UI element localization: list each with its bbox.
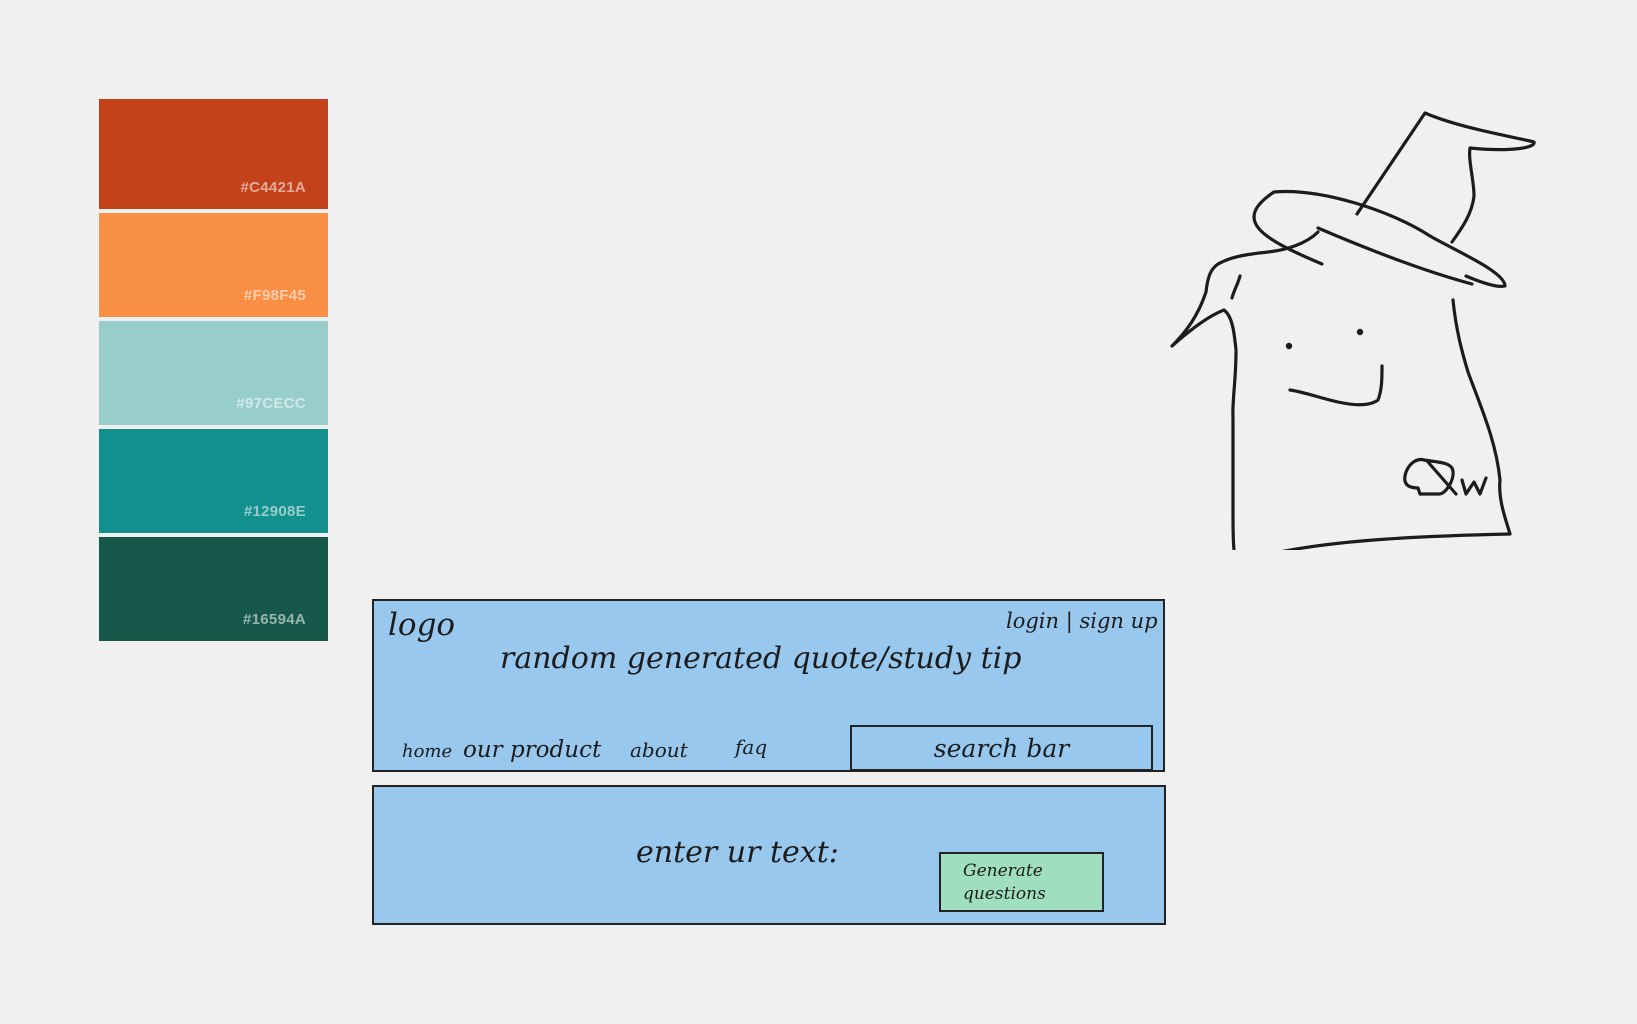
tagline: random generated quote/study tip: [500, 641, 1022, 676]
text-prompt: enter ur text:: [636, 835, 839, 870]
swatch-2: #F98F45: [99, 213, 328, 317]
nav-our-product[interactable]: our product: [463, 737, 601, 763]
search-bar-label: search bar: [933, 733, 1070, 763]
nav-faq[interactable]: faq: [735, 735, 767, 759]
wizard-mascot-icon: [1170, 111, 1536, 550]
swatch-3: #97CECC: [99, 321, 328, 425]
search-bar[interactable]: search bar: [850, 725, 1153, 771]
generate-button-line1: Generate: [963, 861, 1043, 881]
color-palette: #C4421A #F98F45 #97CECC #12908E #16594A: [99, 99, 328, 641]
swatch-4: #12908E: [99, 429, 328, 533]
swatch-2-label: #F98F45: [243, 287, 306, 304]
swatch-5-label: #16594A: [243, 611, 306, 628]
auth-links[interactable]: login | sign up: [1006, 609, 1158, 633]
swatch-4-label: #12908E: [243, 503, 306, 520]
input-frame: enter ur text: Generate questions: [372, 785, 1166, 925]
swatch-3-label: #97CECC: [236, 395, 306, 412]
swatch-1-label: #C4421A: [240, 179, 306, 196]
nav-home[interactable]: home: [402, 741, 452, 762]
swatch-1: #C4421A: [99, 99, 328, 209]
generate-button-line2: questions: [963, 884, 1046, 904]
logo-placeholder[interactable]: logo: [388, 607, 455, 643]
nav-about[interactable]: about: [630, 738, 688, 762]
generate-questions-button[interactable]: Generate questions: [939, 852, 1104, 912]
header-frame: logo login | sign up random generated qu…: [372, 599, 1165, 772]
swatch-5: #16594A: [99, 537, 328, 641]
